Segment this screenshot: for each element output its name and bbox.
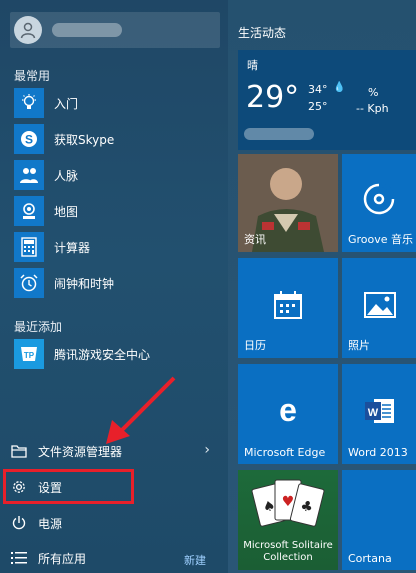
app-item-maps[interactable]: 地图 [14,196,220,226]
photos-tile[interactable]: 照片 [342,258,416,358]
weather-location-redacted [244,128,314,140]
tencent-game-security-icon: TP [14,339,44,369]
cortana-tile-label: Cortana [348,552,392,565]
weather-temperature: 29° [246,80,300,115]
app-item-tencent-game-security[interactable]: TP 腾讯游戏安全中心 [14,339,220,369]
wind-value: -- Kph [356,102,389,115]
svg-text:♥: ♥ [282,494,295,510]
app-item-people[interactable]: 人脉 [14,160,220,190]
svg-text:TP: TP [24,351,35,360]
skype-icon: S [14,124,44,154]
power-label: 电源 [38,516,63,531]
lightbulb-icon [14,88,44,118]
app-item-alarms-clock[interactable]: 闹钟和时钟 [14,268,220,298]
weather-high: 34° [308,83,328,96]
app-label: 腾讯游戏安全中心 [54,347,151,362]
app-label: 闹钟和时钟 [54,276,115,291]
word-tile-label: Word 2013 [348,446,408,459]
calendar-tile-label: 日历 [244,339,266,352]
news-tile-label: 资讯 [244,233,266,246]
map-icon [14,196,44,226]
app-label: 人脉 [54,168,79,183]
user-name-redacted [52,23,122,37]
chevron-right-icon[interactable]: › [204,442,210,458]
humidity-value: % [368,86,379,99]
people-icon [14,160,44,190]
cortana-tile[interactable]: Cortana [342,470,416,570]
all-apps-label: 所有应用 [38,551,87,566]
groove-music-tile[interactable]: Groove 音乐 [342,154,416,252]
app-label: 计算器 [54,240,91,255]
word-tile[interactable]: W Word 2013 [342,364,416,464]
most-used-heading: 最常用 [14,69,51,83]
solitaire-tile-label: Microsoft Solitaire Collection [243,540,333,563]
power-button[interactable]: 电源 [8,510,218,536]
alarm-clock-icon [14,268,44,298]
calculator-icon [14,232,44,262]
edge-tile-label: Microsoft Edge [244,446,326,459]
weather-condition: 晴 [247,59,258,72]
svg-text:S: S [25,133,33,147]
calendar-icon [274,291,302,319]
power-icon [8,515,30,531]
user-avatar-icon [14,16,42,44]
news-tile[interactable]: 资讯 [238,154,338,252]
edge-tile[interactable]: e Microsoft Edge [238,364,338,464]
app-label: 地图 [54,204,79,219]
all-apps-button[interactable]: 所有应用 新建 [8,545,218,571]
app-label: 入门 [54,96,79,111]
groove-tile-label: Groove 音乐 [348,233,414,246]
recently-added-heading: 最近添加 [14,320,63,334]
user-account-button[interactable] [10,12,220,48]
photos-icon [364,292,396,318]
app-item-get-started[interactable]: 入门 [14,88,220,118]
weather-low: 25° [308,100,328,113]
svg-text:W: W [368,407,379,419]
annotation-arrow-icon [106,376,176,444]
list-icon [8,551,30,565]
edge-browser-icon: e [279,394,297,426]
groove-music-icon [363,183,395,215]
calendar-tile[interactable]: 日历 [238,258,338,358]
word-icon: W [365,399,394,423]
svg-text:e: e [279,394,297,426]
weather-tile[interactable]: 晴 29° 34° 25° 💧 % -- Kph [238,50,416,150]
tile-group-title: 生活动态 [238,26,287,40]
tiles-pane: 生活动态 晴 29° 34° 25° 💧 % -- Kph 资讯 Groove … [228,0,416,573]
settings-highlight-box [3,469,134,504]
solitaire-tile[interactable]: ♠ ♥ ♣ Microsoft Solitaire Collection [238,470,338,570]
playing-cards-icon: ♠ ♥ ♣ [251,479,325,527]
app-label: 获取Skype [54,132,115,147]
new-badge: 新建 [184,554,206,567]
folder-icon [8,444,30,458]
app-item-calculator[interactable]: 计算器 [14,232,220,262]
photos-tile-label: 照片 [348,339,370,352]
humidity-icon: 💧 [333,82,346,93]
app-item-get-skype[interactable]: S 获取Skype [14,124,220,154]
